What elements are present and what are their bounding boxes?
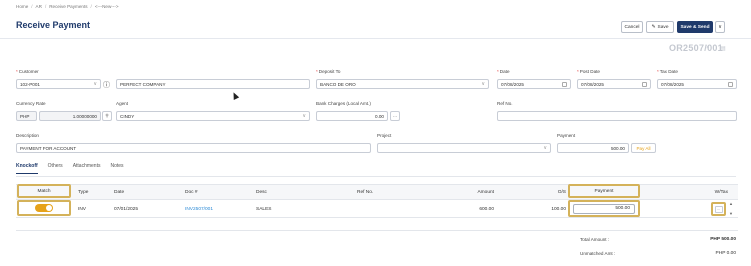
wtax-cell: ···	[711, 202, 726, 216]
deposit-to-select[interactable]: BANCO DE ORO ∨	[316, 79, 489, 89]
payment-label: Payment	[557, 133, 576, 138]
calendar-icon[interactable]	[562, 81, 567, 87]
chevron-down-icon: ∨	[302, 113, 306, 119]
breadcrumb: Home / AR / Receive Payments / <---New--->	[16, 4, 119, 9]
col-wtax: W/Tax	[714, 189, 728, 195]
wtax-more-button[interactable]: ···	[714, 205, 723, 213]
row-amount: 600.00	[479, 206, 494, 212]
close-icon[interactable]: ×	[706, 45, 710, 51]
agent-label: Agent	[116, 101, 129, 106]
breadcrumb-home[interactable]: Home	[16, 4, 28, 9]
row-doc-link[interactable]: INV2507/001	[185, 201, 213, 217]
calendar-icon[interactable]	[728, 81, 733, 87]
page-title: Receive Payment	[16, 20, 91, 30]
date-field[interactable]: 07/08/2025	[497, 79, 571, 89]
col-ref-no: Ref No.	[357, 189, 374, 195]
currency-code-field: PHP	[16, 111, 37, 121]
unmatched-amount-value: PHP 0.00	[715, 251, 736, 256]
bank-charges-field[interactable]: 0.00	[316, 111, 388, 121]
match-toggle[interactable]	[35, 204, 53, 212]
bank-charges-more-button[interactable]: ···	[390, 111, 400, 121]
project-label: Project	[377, 133, 392, 138]
tab-bar: Knockoff Others Attachments Notes	[16, 163, 124, 174]
chevron-down-icon: ∨	[718, 24, 722, 30]
chevron-down-icon: ∨	[543, 145, 547, 151]
save-options-dropdown[interactable]: ∨	[715, 21, 725, 33]
search-icon: ⚲	[105, 113, 109, 118]
calendar-icon[interactable]	[642, 81, 647, 87]
match-cell	[17, 200, 71, 216]
save-send-button[interactable]: Save & Send	[677, 21, 713, 33]
col-match: Match	[17, 184, 71, 198]
breadcrumb-ar[interactable]: AR	[36, 4, 42, 9]
document-number: OR2507/001	[668, 43, 723, 53]
toggle-knob	[46, 205, 52, 211]
total-amount-label: Total Amount :	[580, 237, 610, 242]
header-divider	[0, 38, 751, 39]
col-payment: Payment	[568, 184, 640, 198]
ref-no-label: Ref No.	[497, 101, 513, 106]
edit-icon: ✎	[651, 24, 656, 30]
col-amount: Amount	[477, 189, 494, 195]
print-icon[interactable]: ▤	[720, 45, 726, 52]
project-select[interactable]: ∨	[377, 143, 551, 153]
payment-cell: 500.00	[568, 200, 640, 217]
cancel-button[interactable]: Cancel	[621, 21, 643, 33]
total-amount-value: PHP 500.00	[710, 237, 736, 242]
post-date-field[interactable]: 07/08/2025	[577, 79, 651, 89]
row-os: 100.00	[551, 206, 566, 212]
tab-others[interactable]: Others	[48, 163, 63, 174]
pay-all-button[interactable]: Pay All	[631, 143, 656, 153]
description-field[interactable]: PAYMENT FOR ACCOUNT	[16, 143, 371, 153]
customer-code-select[interactable]: 102-P001 ∨	[16, 79, 101, 89]
currency-rate-label: Currency Rate	[16, 101, 46, 106]
description-label: Description	[16, 133, 39, 138]
col-type: Type	[78, 189, 89, 195]
tab-knockoff[interactable]: Knockoff	[16, 163, 38, 174]
payment-field[interactable]: 500.00	[557, 143, 629, 153]
chevron-down-icon: ∨	[481, 81, 485, 87]
agent-select[interactable]: CINDY ∨	[116, 111, 310, 121]
col-date: Date	[114, 189, 125, 195]
breadcrumb-current: <---New--->	[94, 4, 119, 9]
customer-label: *Customer	[16, 69, 39, 74]
tab-divider	[16, 176, 736, 177]
date-label: *Date	[497, 69, 510, 74]
tax-date-field[interactable]: 07/08/2025	[657, 79, 737, 89]
bank-charges-label: Bank Charges (Local Amt.)	[316, 101, 371, 106]
mouse-cursor-icon	[230, 91, 240, 100]
chevron-down-icon: ∨	[93, 81, 97, 87]
ref-no-field[interactable]	[497, 111, 737, 121]
tab-attachments[interactable]: Attachments	[73, 163, 101, 174]
unmatched-amount-label: Unmatched Amt :	[580, 251, 616, 256]
col-doc: Doc #	[185, 189, 198, 195]
save-button[interactable]: ✎ Save	[646, 21, 674, 33]
totals-divider	[16, 230, 738, 231]
row-desc: SALES	[256, 206, 272, 212]
tab-notes[interactable]: Notes	[110, 163, 123, 174]
scroll-up-icon[interactable]: ▲	[729, 201, 733, 206]
rate-search-button[interactable]: ⚲	[102, 111, 112, 121]
customer-name-field[interactable]: PERFECT COMPANY	[116, 79, 310, 89]
breadcrumb-receive-payments[interactable]: Receive Payments	[49, 4, 87, 9]
scroll-down-icon[interactable]: ▼	[729, 211, 733, 216]
info-icon[interactable]: ⓘ	[103, 80, 110, 90]
row-type: INV	[78, 206, 86, 212]
more-icon: ···	[392, 113, 398, 119]
currency-rate-field: 1.00000000	[39, 111, 101, 121]
row-date: 07/01/2025	[114, 206, 139, 212]
deposit-to-label: *Deposit To	[316, 69, 341, 74]
post-date-label: *Post Date	[577, 69, 600, 74]
col-os: O/S	[557, 189, 566, 195]
row-payment-input[interactable]: 500.00	[573, 203, 635, 214]
col-desc: Desc	[256, 189, 267, 195]
tax-date-label: *Tax Date	[657, 69, 678, 74]
